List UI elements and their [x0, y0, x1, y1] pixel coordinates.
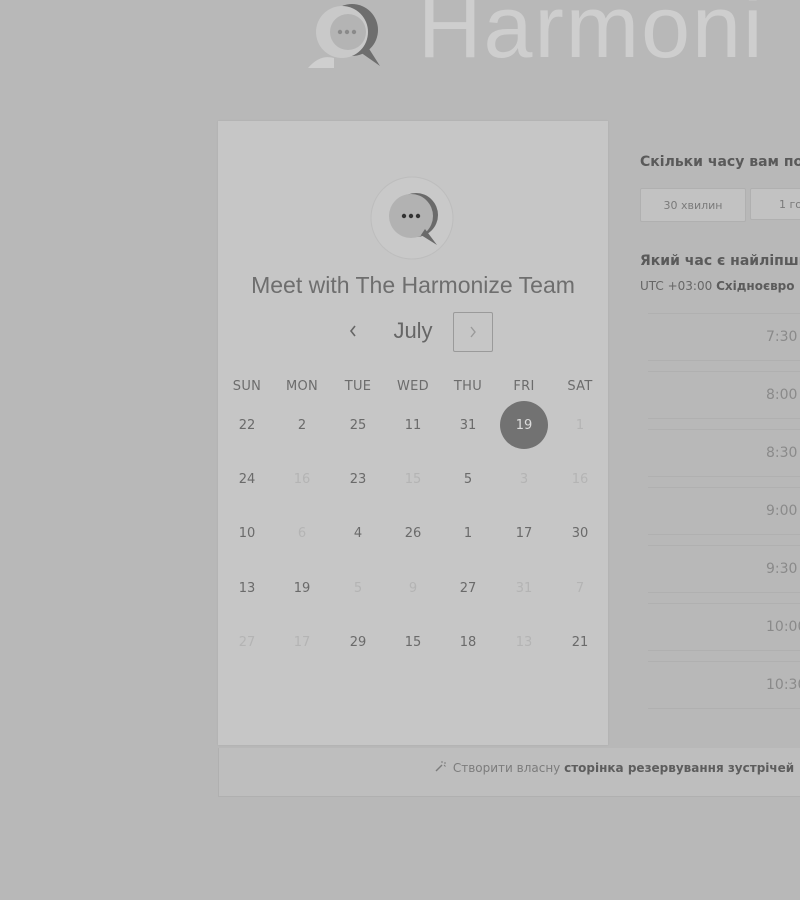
- brand-name: Harmoni: [418, 0, 765, 76]
- calendar-day[interactable]: 31: [444, 401, 492, 449]
- time-slot[interactable]: 9:30: [648, 545, 800, 593]
- timezone-name: Східноєвро: [716, 279, 795, 293]
- weekday-tue: TUE: [344, 379, 372, 394]
- next-month-button[interactable]: [453, 312, 493, 352]
- calendar-day[interactable]: 26: [389, 509, 437, 557]
- time-slot-label: 10:30: [766, 677, 800, 693]
- time-slot[interactable]: 7:30: [648, 313, 800, 361]
- time-slot-label: 10:00: [766, 619, 800, 635]
- time-slot-label: 7:30: [766, 329, 798, 345]
- duration-option-1h[interactable]: 1 год: [750, 188, 800, 220]
- calendar-day: 7: [575, 580, 585, 596]
- footer-text-plain: Створити власну: [452, 761, 561, 775]
- weekday-fri: FRI: [513, 379, 535, 394]
- calendar-day: 31: [515, 580, 533, 596]
- duration-option-30min[interactable]: 30 хвилин: [640, 188, 746, 222]
- calendar-day: 3: [519, 471, 529, 487]
- calendar-day: 5: [353, 580, 363, 596]
- weekday-thu: THU: [453, 379, 483, 394]
- calendar-day[interactable]: 19: [278, 564, 326, 612]
- calendar-day-selected[interactable]: 19: [500, 401, 548, 449]
- weekday-wed: WED: [397, 379, 429, 394]
- time-slot[interactable]: 10:30: [648, 661, 800, 709]
- calendar-day: 17: [293, 634, 311, 650]
- calendar-day[interactable]: 22: [223, 401, 271, 449]
- time-slot[interactable]: 8:30: [648, 429, 800, 477]
- calendar-day[interactable]: 4: [334, 509, 382, 557]
- calendar-day[interactable]: 23: [334, 455, 382, 503]
- calendar-day[interactable]: 24: [223, 455, 271, 503]
- chevron-right-icon: [470, 326, 476, 338]
- time-slot-label: 9:30: [766, 561, 798, 577]
- month-label: July: [393, 318, 433, 343]
- time-slot[interactable]: 8:00: [648, 371, 800, 419]
- calendar-day[interactable]: 21: [556, 618, 604, 666]
- chevron-left-icon: [349, 325, 356, 337]
- calendar-day[interactable]: 30: [556, 509, 604, 557]
- calendar-day[interactable]: 25: [334, 401, 382, 449]
- calendar-day[interactable]: 2: [278, 401, 326, 449]
- brand-header: Harmoni: [300, 0, 800, 96]
- calendar-card: Meet with The Harmonize Team July SUN MON…: [218, 121, 608, 745]
- calendar-day[interactable]: 17: [500, 509, 548, 557]
- weekday-sun: SUN: [232, 379, 262, 394]
- create-booking-page-link[interactable]: Створити власну сторінка резервування зу…: [433, 760, 794, 775]
- calendar-day[interactable]: 1: [444, 509, 492, 557]
- calendar-day: 27: [238, 634, 256, 650]
- magic-wand-icon: [435, 761, 446, 772]
- chat-bubble-logo-icon: [308, 4, 380, 68]
- time-question: Який час є найліпши: [640, 253, 800, 269]
- weekday-mon: MON: [285, 379, 319, 394]
- calendar-day[interactable]: 27: [444, 564, 492, 612]
- calendar-day: 1: [575, 417, 585, 433]
- weekday-header: SUN MON TUE WED THU FRI SAT: [218, 379, 608, 399]
- time-slot[interactable]: 10:00: [648, 603, 800, 651]
- calendar-day[interactable]: 18: [444, 618, 492, 666]
- time-slot-label: 8:00: [766, 387, 798, 403]
- timezone-offset: UTC +03:00: [640, 279, 713, 293]
- calendar-day: 15: [404, 471, 422, 487]
- weekday-sat: SAT: [567, 379, 593, 394]
- calendar-day[interactable]: 5: [444, 455, 492, 503]
- timezone-label[interactable]: UTC +03:00 Східноєвро: [640, 279, 795, 293]
- calendar-grid: 22 2 25 11 31 19 1 24 16 23 15 5 3 16 10 6 4 26 1 17 30 13 19 5…: [218, 397, 608, 697]
- calendar-day: 16: [571, 471, 589, 487]
- footer-text-bold: сторінка резервування зустрічей: [564, 761, 795, 775]
- time-slot-label: 9:00: [766, 503, 798, 519]
- calendar-day: 16: [293, 471, 311, 487]
- calendar-day[interactable]: 29: [334, 618, 382, 666]
- calendar-day[interactable]: 11: [389, 401, 437, 449]
- calendar-day[interactable]: 10: [223, 509, 271, 557]
- calendar-day: 9: [408, 580, 418, 596]
- time-slot[interactable]: 9:00: [648, 487, 800, 535]
- footer-bar: Створити власну сторінка резервування зу…: [218, 748, 800, 797]
- duration-question: Скільки часу вам пот: [640, 154, 800, 170]
- time-slot-label: 8:30: [766, 445, 798, 461]
- prev-month-button[interactable]: [334, 312, 372, 350]
- month-navigation: July: [218, 312, 608, 354]
- calendar-day: 13: [515, 634, 533, 650]
- calendar-day: 6: [297, 525, 307, 541]
- chat-bubble-logo-icon: [370, 176, 454, 260]
- page-title: Meet with The Harmonize Team: [251, 272, 575, 298]
- calendar-day[interactable]: 15: [389, 618, 437, 666]
- calendar-day[interactable]: 13: [223, 564, 271, 612]
